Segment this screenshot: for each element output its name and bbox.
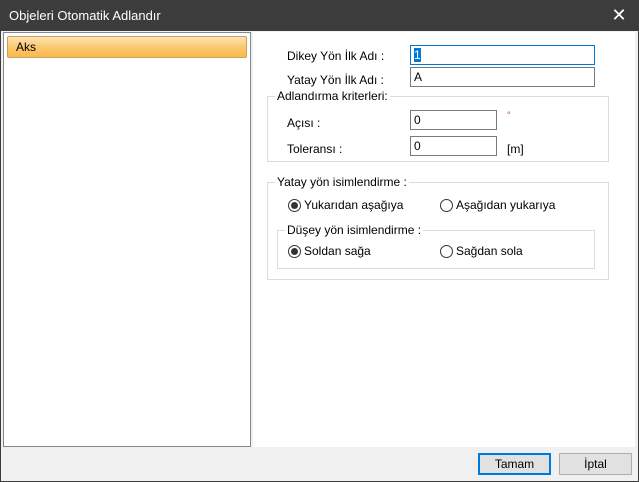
yatay-input[interactable]: A [410, 67, 595, 87]
tolerance-input[interactable]: 0 [410, 136, 497, 156]
criteria-group: Adlandırma kriterleri: Açısı : 0 ° Toler… [267, 89, 609, 162]
dikey-input[interactable]: 1 [410, 45, 595, 65]
radio-right-to-left[interactable]: Sağdan sola [440, 244, 523, 258]
radio-checked-icon [288, 198, 301, 212]
object-list[interactable]: Aks [3, 32, 251, 447]
settings-panel: Dikey Yön İlk Adı : 1 Yatay Yön İlk Adı … [253, 32, 635, 447]
angle-label: Açısı : [287, 116, 321, 130]
dialog-body: Aks Dikey Yön İlk Adı : 1 Yatay Yön İlk … [1, 31, 638, 481]
list-item-aks[interactable]: Aks [7, 36, 247, 58]
radio-left-to-right[interactable]: Soldan sağa [288, 244, 371, 258]
radio-unchecked-icon [440, 198, 453, 212]
radio-top-to-bottom[interactable]: Yukarıdan aşağıya [288, 198, 403, 212]
radio-unchecked-icon [440, 244, 453, 258]
vertical-naming-group: Düşey yön isimlendirme : Soldan sağa Sağ… [277, 223, 595, 269]
radio-label: Aşağıdan yukarıya [456, 198, 556, 212]
tolerance-label: Toleransı : [287, 142, 343, 156]
yatay-label: Yatay Yön İlk Adı : [287, 73, 384, 87]
title-bar: Objeleri Otomatik Adlandır ✕ [0, 0, 639, 31]
angle-input[interactable]: 0 [410, 110, 497, 130]
window-title: Objeleri Otomatik Adlandır [9, 8, 161, 23]
radio-bottom-to-top[interactable]: Aşağıdan yukarıya [440, 198, 555, 212]
radio-label: Sağdan sola [456, 244, 523, 258]
close-icon[interactable]: ✕ [606, 4, 632, 26]
radio-label: Soldan sağa [304, 244, 371, 258]
dikey-label: Dikey Yön İlk Adı : [287, 49, 385, 63]
horizontal-naming-group: Yatay yön isimlendirme : Yukarıdan aşağı… [267, 175, 609, 280]
radio-label: Yukarıdan aşağıya [304, 198, 404, 212]
criteria-legend: Adlandırma kriterleri: [275, 89, 390, 103]
ok-button[interactable]: Tamam [478, 453, 551, 475]
degree-unit: ° [507, 110, 511, 120]
radio-checked-icon [288, 244, 301, 258]
meter-unit: [m] [507, 142, 524, 156]
cancel-button[interactable]: İptal [559, 453, 632, 475]
vertical-legend: Düşey yön isimlendirme : [285, 223, 424, 237]
horizontal-legend: Yatay yön isimlendirme : [275, 175, 409, 189]
